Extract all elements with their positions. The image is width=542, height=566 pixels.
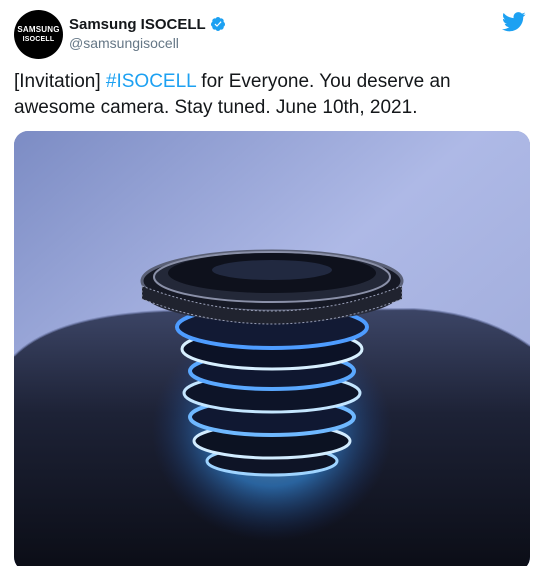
author-block[interactable]: Samsung ISOCELL @samsungisocell xyxy=(69,14,226,51)
hashtag-link[interactable]: #ISOCELL xyxy=(106,71,196,92)
verified-badge-icon xyxy=(210,17,225,31)
avatar-text-line2: ISOCELL xyxy=(22,35,55,43)
tweet-media-image[interactable] xyxy=(14,131,530,566)
display-name[interactable]: Samsung ISOCELL xyxy=(69,16,206,33)
tweet-text: [Invitation] #ISOCELL for Everyone. You … xyxy=(14,69,524,121)
tweet-text-prefix: [Invitation] xyxy=(14,71,106,92)
avatar[interactable]: SAMSUNG ISOCELL xyxy=(14,10,63,59)
tweet-card: SAMSUNG ISOCELL Samsung ISOCELL @samsung… xyxy=(0,0,542,566)
twitter-bird-icon[interactable] xyxy=(502,12,526,32)
handle[interactable]: @samsungisocell xyxy=(69,35,226,51)
camera-lens-image xyxy=(14,131,530,566)
avatar-text-line1: SAMSUNG xyxy=(17,24,60,34)
display-name-row[interactable]: Samsung ISOCELL xyxy=(69,14,226,34)
